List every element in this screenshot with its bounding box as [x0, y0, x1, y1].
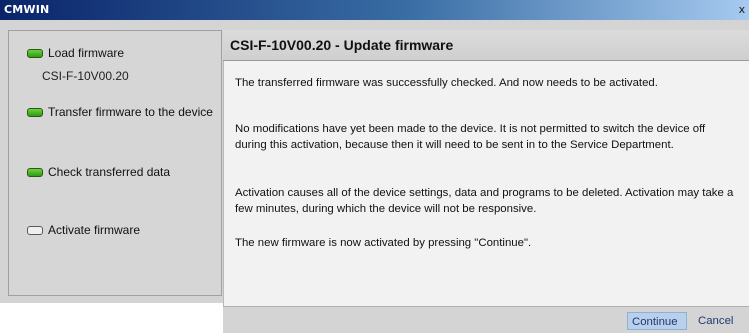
- panel-body: The transferred firmware was successfull…: [223, 61, 749, 306]
- content-panel: CSI-F-10V00.20 - Update firmware The tra…: [223, 30, 749, 333]
- step-check-transferred-data: Check transferred data: [27, 165, 170, 179]
- status-led-icon: [27, 167, 43, 177]
- step-sidebar: Load firmware CSI-F-10V00.20 Transfer fi…: [8, 30, 222, 296]
- step-label: Transfer firmware to the device: [48, 105, 213, 119]
- message-paragraph: Activation causes all of the device sett…: [235, 187, 734, 215]
- step-load-firmware: Load firmware: [27, 46, 124, 60]
- message-paragraph: The transferred firmware was successfull…: [235, 77, 658, 89]
- step-label: Check transferred data: [48, 165, 171, 179]
- message-paragraph: The new firmware is now activated by pre…: [235, 237, 532, 249]
- continue-button[interactable]: Continue: [627, 312, 687, 330]
- step-label: Activate firmware: [48, 223, 141, 237]
- firmware-version-label: CSI-F-10V00.20: [42, 69, 129, 83]
- status-led-icon: [27, 225, 43, 235]
- step-label: Load firmware: [48, 46, 125, 60]
- cmwin-window: CMWIN x Load firmware CSI-F-10V00.20 Tra…: [0, 0, 749, 333]
- status-led-icon: [27, 48, 43, 58]
- status-led-icon: [27, 107, 43, 117]
- window-titlebar: CMWIN x: [0, 0, 749, 20]
- step-activate-firmware: Activate firmware: [27, 223, 140, 237]
- panel-title: CSI-F-10V00.20 - Update firmware: [223, 30, 749, 61]
- message-paragraph: No modifications have yet been made to t…: [235, 123, 706, 151]
- button-bar: Continue Cancel: [223, 306, 749, 333]
- close-icon[interactable]: x: [737, 2, 747, 17]
- cancel-button[interactable]: Cancel: [694, 312, 742, 330]
- window-title: CMWIN: [4, 3, 50, 16]
- step-transfer-firmware: Transfer firmware to the device: [27, 105, 213, 119]
